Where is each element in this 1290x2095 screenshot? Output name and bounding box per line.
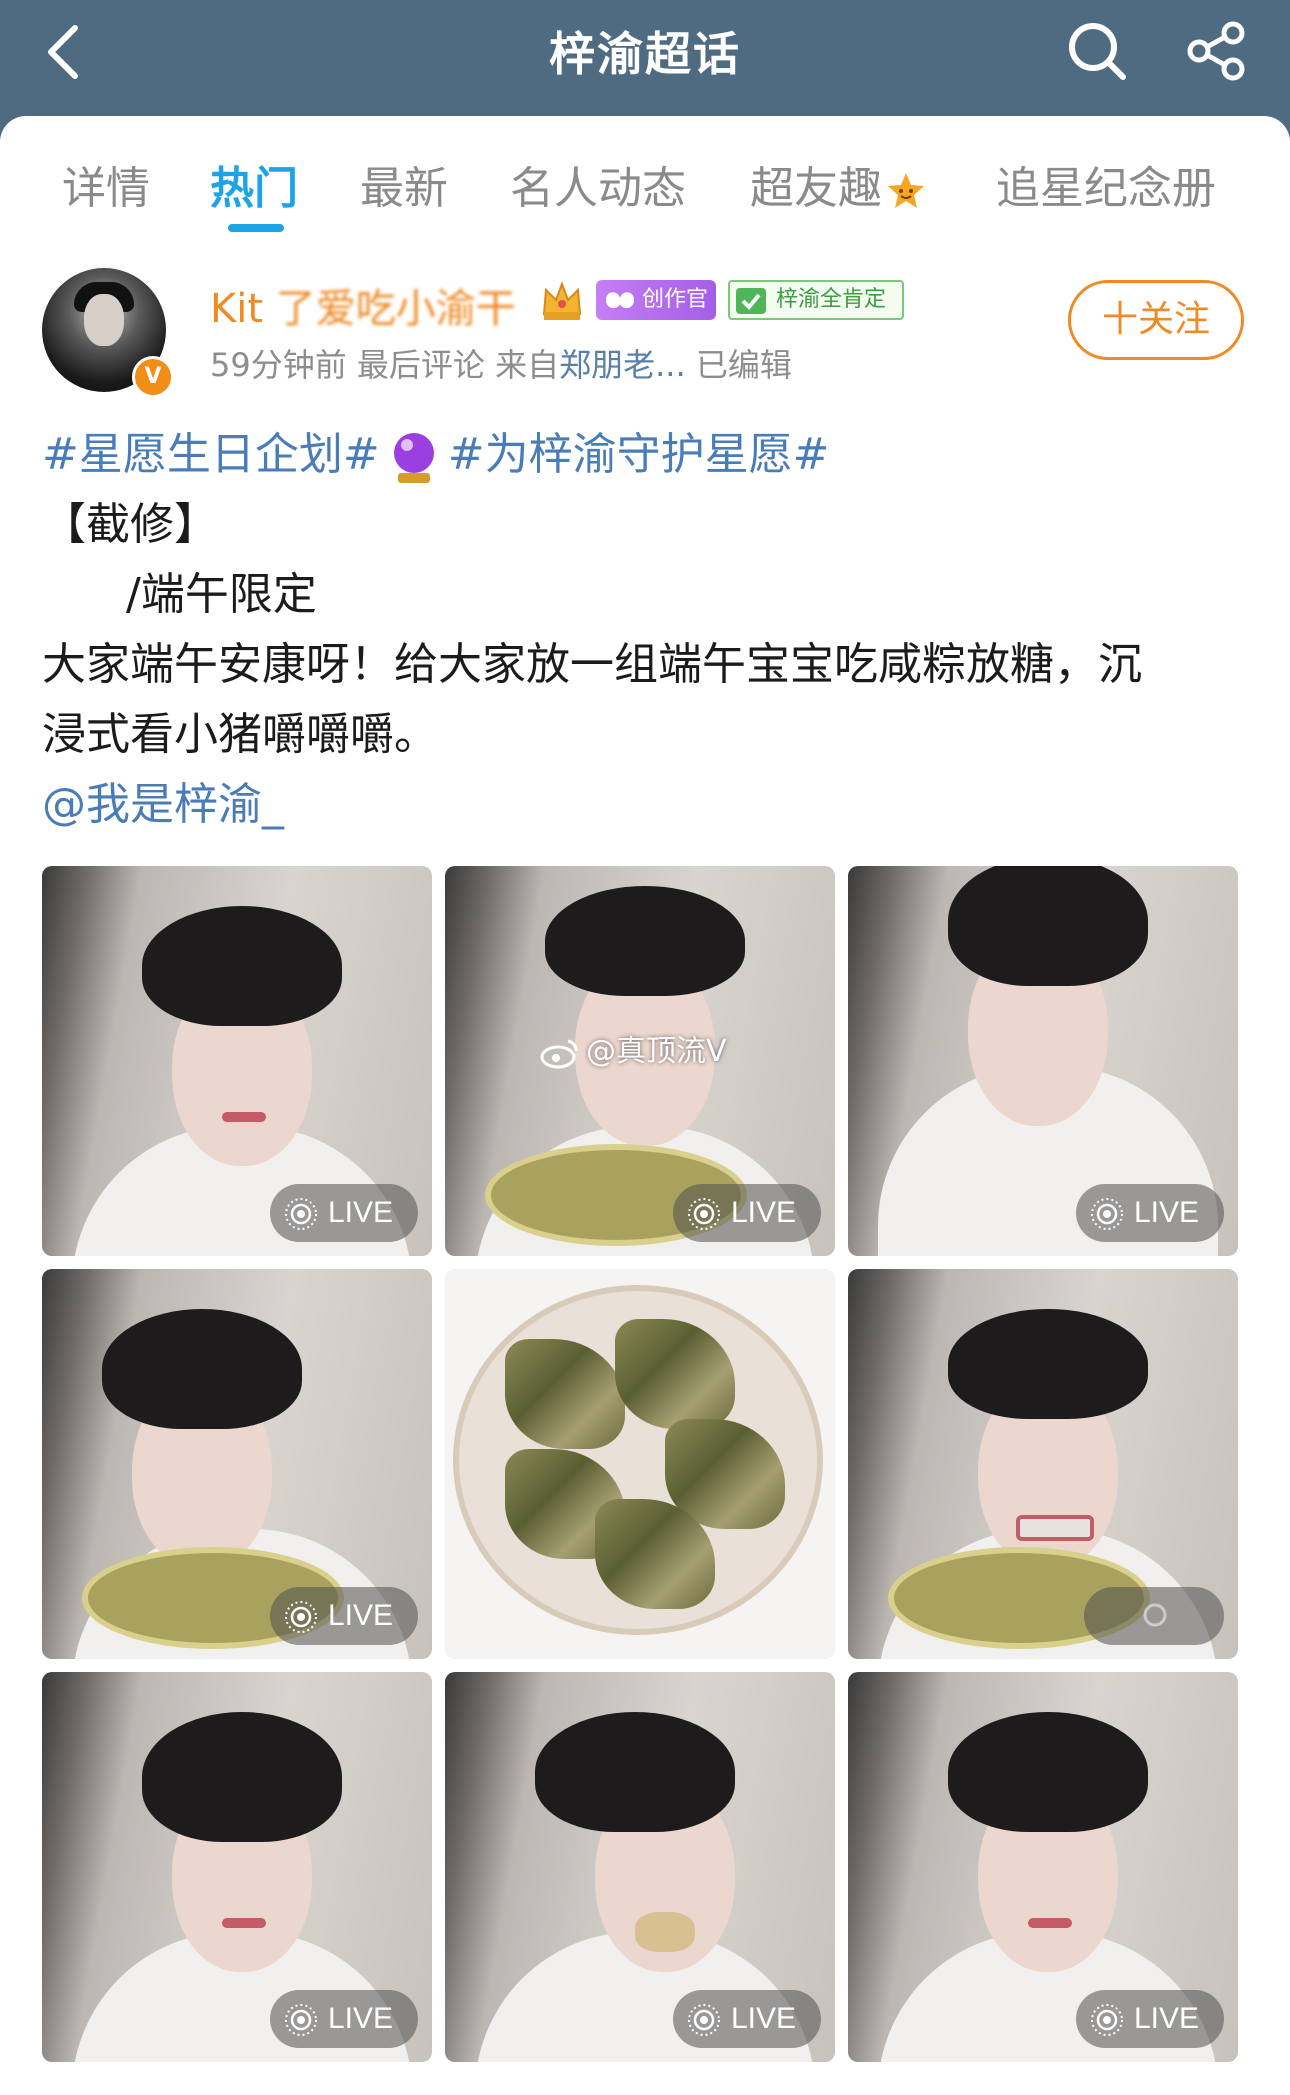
photo-hair <box>545 886 745 996</box>
post-text-line: 【截修】 <box>42 499 218 550</box>
photo-hair <box>535 1712 735 1832</box>
weibo-logo-icon <box>540 1039 578 1068</box>
crystal-ball-icon <box>393 433 434 483</box>
photo-hair <box>142 906 342 1026</box>
photo-hair <box>948 866 1148 986</box>
post-time: 59分钟前 <box>210 346 347 384</box>
live-photo-icon <box>1091 2004 1123 2036</box>
live-label: LIVE <box>328 1196 394 1229</box>
live-label: LIVE <box>731 2002 797 2035</box>
live-photo-icon <box>1143 1603 1167 1627</box>
post-image[interactable]: LIVE <box>42 1672 432 2062</box>
fan-badge: 梓渝全肯定 <box>728 280 904 320</box>
post-text-line: 大家端午安康呀！给大家放一组端午宝宝吃咸粽放糖，沉 <box>42 639 1142 690</box>
post-image[interactable]: LIVE <box>42 866 432 1256</box>
photo-hair <box>142 1712 342 1842</box>
post-image[interactable] <box>445 1269 835 1659</box>
search-button[interactable] <box>1062 16 1132 86</box>
topic-link[interactable]: #为梓渝守护星愿# <box>448 429 830 480</box>
live-photo-icon <box>285 1601 317 1633</box>
creator-badge-label: 创作官 <box>642 287 709 312</box>
post-image[interactable] <box>848 1269 1238 1659</box>
live-photo-badge[interactable]: LIVE <box>673 1990 821 2048</box>
tab-bar: 详情 热门 最新 名人动态 超友趣 追星纪念册 <box>0 116 1290 236</box>
photo-mouth <box>1016 1515 1094 1541</box>
live-label: LIVE <box>1134 2002 1200 2035</box>
live-photo-badge[interactable]: LIVE <box>1076 1184 1224 1242</box>
follow-button[interactable]: 十关注 <box>1068 280 1244 360</box>
topic-link[interactable]: #星愿生日企划# <box>42 429 380 480</box>
live-photo-badge[interactable]: LIVE <box>270 1587 418 1645</box>
live-photo-icon <box>1091 1198 1123 1230</box>
active-tab-indicator <box>228 224 284 232</box>
post-text: #星愿生日企划# #为梓渝守护星愿# 【截修】 /端午限定 大家端午安康呀！给大… <box>42 420 1252 840</box>
post-image[interactable]: LIVE <box>848 866 1238 1256</box>
live-photo-badge[interactable]: LIVE <box>270 1184 418 1242</box>
avatar-face <box>84 294 124 346</box>
live-label: LIVE <box>731 1196 797 1229</box>
photo-mouth <box>222 1112 266 1122</box>
live-photo-badge[interactable] <box>1084 1587 1224 1645</box>
tab-hot[interactable]: 热门 <box>210 152 298 216</box>
post-text-line: 浸式看小猪嚼嚼嚼。 <box>42 709 438 760</box>
live-photo-badge[interactable]: LIVE <box>1076 1990 1224 2048</box>
tab-fan-memorial-book[interactable]: 追星纪念册 <box>996 152 1216 216</box>
photo-hair <box>102 1309 302 1429</box>
post-source-prefix: 来自 <box>495 346 560 384</box>
photo-hair <box>948 1309 1148 1419</box>
watermark-text: @真顶流V <box>586 1034 727 1069</box>
tab-details[interactable]: 详情 <box>62 152 150 216</box>
crown-icon <box>542 281 582 320</box>
live-photo-icon <box>688 1198 720 1230</box>
post-edited: 已编辑 <box>695 346 792 384</box>
live-photo-badge[interactable]: LIVE <box>270 1990 418 2048</box>
photo-hair <box>948 1712 1148 1832</box>
tab-super-fun[interactable]: 超友趣 <box>750 152 926 216</box>
post-source[interactable]: 郑朋老... <box>559 346 686 384</box>
photo-mouth <box>222 1918 266 1928</box>
author-name-obscured: 了爱吃小渝干 <box>275 286 516 332</box>
post-image[interactable]: LIVE <box>445 1672 835 2062</box>
author-name-visible: Kit <box>210 286 264 332</box>
post-image[interactable]: LIVE <box>42 1269 432 1659</box>
post-text-line: /端午限定 <box>126 569 317 620</box>
star-face-icon <box>888 173 924 208</box>
post-meta: 59分钟前 最后评论 来自郑朋老... 已编辑 <box>210 340 792 386</box>
post-last-comment: 最后评论 <box>356 346 485 384</box>
live-photo-icon <box>285 1198 317 1230</box>
live-photo-icon <box>688 2004 720 2036</box>
creator-ribbon-icon <box>606 292 634 309</box>
live-label: LIVE <box>1134 1196 1200 1229</box>
photo-mouth <box>1028 1918 1072 1928</box>
author-avatar[interactable]: V <box>42 268 174 398</box>
live-label: LIVE <box>328 1599 394 1632</box>
live-photo-icon <box>285 2004 317 2036</box>
check-shield-icon <box>736 288 766 314</box>
live-photo-badge[interactable]: LIVE <box>673 1184 821 1242</box>
verified-v-icon: V <box>132 356 174 398</box>
share-icon <box>1187 21 1245 81</box>
fan-badge-label: 梓渝全肯定 <box>776 287 887 312</box>
post-image[interactable]: LIVE <box>848 1672 1238 2062</box>
mention-link[interactable]: @我是梓渝_ <box>42 770 1252 840</box>
share-button[interactable] <box>1180 16 1254 86</box>
live-label: LIVE <box>328 2002 394 2035</box>
author-name[interactable]: Kit 了爱吃小渝干 <box>210 276 516 334</box>
post-topics-line: #星愿生日企划# #为梓渝守护星愿# <box>42 420 1252 490</box>
tab-latest[interactable]: 最新 <box>360 152 448 216</box>
photo-food <box>635 1912 695 1952</box>
tab-super-fun-label: 超友趣 <box>750 163 882 214</box>
weibo-watermark: @真顶流V <box>540 1026 727 1070</box>
creator-badge: 创作官 <box>596 280 716 320</box>
search-icon <box>1069 23 1126 80</box>
tab-celebrity-updates[interactable]: 名人动态 <box>510 152 686 216</box>
